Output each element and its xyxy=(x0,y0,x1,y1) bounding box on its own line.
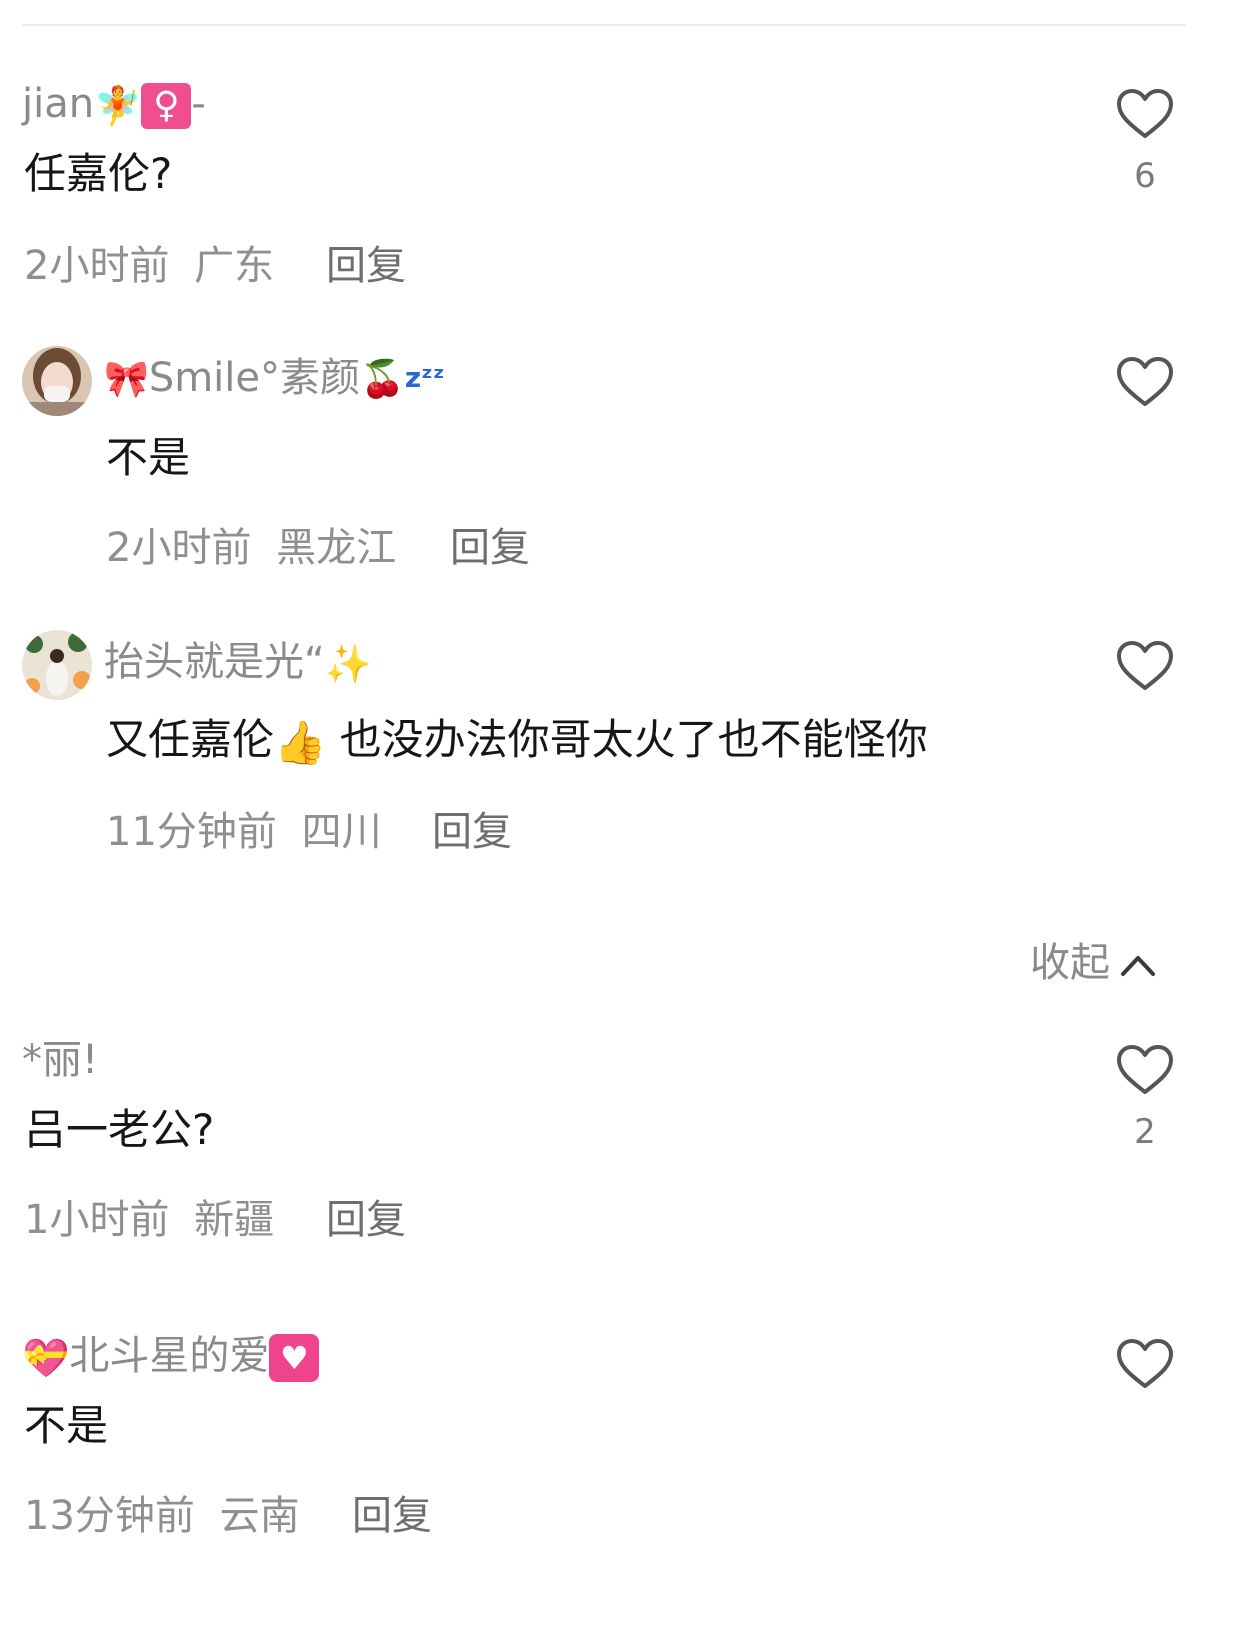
like-button[interactable] xyxy=(1116,88,1174,140)
comment-time: 1小时前 xyxy=(24,1197,170,1243)
thumbs-up-emoji-icon: 👍 xyxy=(274,717,327,767)
comment-meta: 13分钟前 云南 xyxy=(24,1492,300,1540)
gift-heart-emoji-icon: 💝 xyxy=(22,1336,70,1380)
comment-username[interactable]: 💝北斗星的爱 ♥ xyxy=(22,1332,320,1382)
comment-region: 广东 xyxy=(194,243,275,289)
like-button[interactable] xyxy=(1116,1044,1174,1096)
comment-text: 吕一老公? xyxy=(24,1105,215,1154)
comment-meta: 11分钟前 四川 xyxy=(106,808,382,856)
collapse-label: 收起 xyxy=(1030,940,1110,986)
comment-region: 黑龙江 xyxy=(276,525,397,571)
username-text: jian xyxy=(22,81,95,127)
heart-icon xyxy=(1117,1045,1173,1094)
heart-icon xyxy=(1117,89,1173,138)
comment-region: 四川 xyxy=(301,809,382,855)
comment-username[interactable]: 抬头就是光“✨ xyxy=(104,638,372,688)
reply-button[interactable]: 回复 xyxy=(432,808,512,856)
comment-region: 云南 xyxy=(219,1493,300,1539)
like-button[interactable] xyxy=(1116,356,1174,408)
top-divider xyxy=(22,24,1186,26)
like-count: 6 xyxy=(1134,156,1156,196)
fairy-emoji-icon: 🧚 xyxy=(94,84,142,128)
heart-icon xyxy=(1117,641,1173,690)
comment-time: 13分钟前 xyxy=(24,1493,195,1539)
reply-button[interactable]: 回复 xyxy=(450,524,530,572)
sparkles-emoji-icon: ✨ xyxy=(324,642,373,686)
heart-decoration-emoji-icon: ♥ xyxy=(269,1334,320,1382)
like-count: 2 xyxy=(1134,1112,1156,1152)
like-button[interactable] xyxy=(1116,1338,1174,1390)
comment-meta: 2小时前 黑龙江 xyxy=(106,524,396,572)
cherry-emoji-icon: 🍒 xyxy=(360,359,405,400)
comment-time: 2小时前 xyxy=(24,243,170,289)
comment-username[interactable]: jian🧚 ♀ - xyxy=(22,80,206,130)
comment-meta: 1小时前 新疆 xyxy=(24,1196,274,1244)
comment-time: 2小时前 xyxy=(106,525,252,571)
username-text: 抬头就是光“ xyxy=(104,639,325,685)
sleep-emoji-icon: zᶻᶻ xyxy=(404,361,445,394)
comment-text: 不是 xyxy=(24,1401,109,1450)
username-text: 北斗星的爱 xyxy=(69,1333,270,1379)
reply-button[interactable]: 回复 xyxy=(352,1492,432,1540)
username-text: Smile°素颜 xyxy=(148,355,361,401)
reply-button[interactable]: 回复 xyxy=(326,1196,406,1244)
reply-button[interactable]: 回复 xyxy=(326,242,406,290)
comment-username[interactable]: 🎀Smile°素颜🍒zᶻᶻ xyxy=(104,354,445,404)
like-button[interactable] xyxy=(1116,640,1174,692)
ribbon-emoji-icon: 🎀 xyxy=(104,359,149,400)
female-sign-icon: ♀ xyxy=(141,83,192,129)
avatar[interactable] xyxy=(22,630,92,700)
collapse-replies-button[interactable]: 收起 xyxy=(1030,938,1156,988)
comment-text: 任嘉伦? xyxy=(24,149,173,198)
avatar[interactable] xyxy=(22,346,92,416)
chevron-up-icon xyxy=(1121,956,1155,976)
comment-username[interactable]: *丽! xyxy=(22,1036,98,1084)
comment-text: 又任嘉伦👍 也没办法你哥太火了也不能怪你 xyxy=(106,715,928,767)
comment-region: 新疆 xyxy=(194,1197,275,1243)
comment-time: 11分钟前 xyxy=(106,809,277,855)
heart-icon xyxy=(1117,1339,1173,1388)
heart-icon xyxy=(1117,357,1173,406)
comment-meta: 2小时前 广东 xyxy=(24,242,274,290)
comment-text: 不是 xyxy=(106,433,191,482)
